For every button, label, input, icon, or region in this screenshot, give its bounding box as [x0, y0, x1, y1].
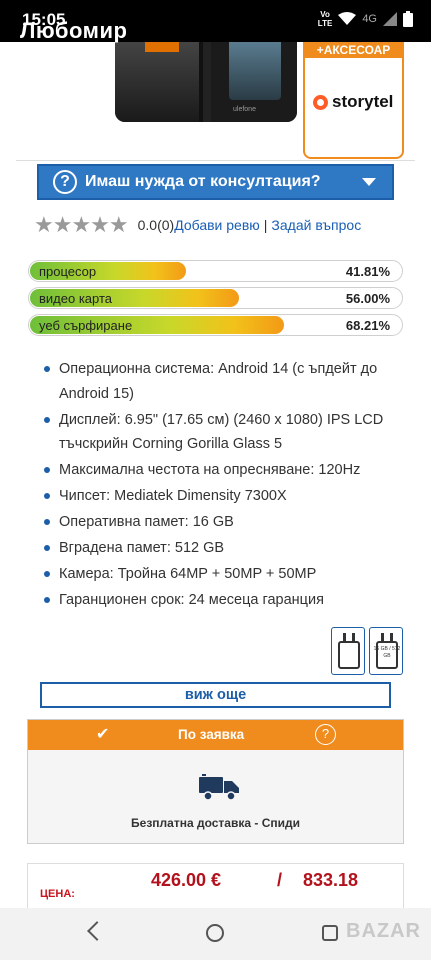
link-separator: |	[263, 217, 268, 233]
rating-stars-icon[interactable]: ★★★★★	[34, 214, 129, 236]
storytel-logo: storytel	[313, 92, 393, 112]
spec-item-refresh-rate: Максимална честота на опресняване: 120Hz	[44, 458, 404, 483]
promo-accessory-box[interactable]: +АКСЕСОАР storytel	[303, 42, 404, 159]
divider	[16, 160, 415, 161]
performance-label: процесор	[39, 264, 97, 279]
price-label: ЦЕНА:	[40, 888, 75, 900]
phone-brand-label: ulefone	[233, 106, 256, 113]
add-review-link[interactable]: Добави ревю	[174, 217, 260, 233]
delivery-truck-icon	[199, 774, 239, 801]
back-icon[interactable]	[87, 921, 107, 941]
delivery-info: Безплатна доставка - Спиди	[131, 816, 300, 830]
check-icon: ✔	[96, 726, 110, 743]
product-image-area: ulefone +АКСЕСОАР storytel	[0, 42, 431, 160]
spec-item-warranty: Гаранционен срок: 24 месеца гаранция	[44, 588, 404, 613]
watermark-logo: BAZAR	[346, 920, 421, 942]
network-type: 4G	[362, 13, 377, 25]
notification-user-name: Любомир	[20, 18, 128, 43]
order-box: ✔ По заявка ? Безплатна доставка - Спиди	[27, 719, 404, 844]
storytel-icon	[313, 94, 328, 110]
home-icon[interactable]	[206, 924, 224, 942]
performance-value: 68.21%	[345, 318, 390, 333]
help-icon[interactable]: ?	[315, 724, 336, 745]
signal-icon	[383, 12, 397, 26]
performance-bar-gpu: видео карта 56.00%	[28, 287, 403, 309]
consultation-label: Имаш нужда от консултация?	[85, 173, 321, 190]
chevron-down-icon	[362, 178, 376, 186]
charger-spec-text: 16 GB / 512 GB	[373, 646, 401, 659]
price-eur: 426.00 €	[151, 870, 222, 890]
performance-bar-cpu: процесор 41.81%	[28, 260, 403, 282]
promo-header: +АКСЕСОАР	[305, 42, 402, 58]
consultation-button[interactable]: ? Имаш нужда от консултация?	[37, 164, 394, 200]
price-separator: /	[277, 870, 283, 890]
ask-question-link[interactable]: Задай въпрос	[271, 217, 361, 233]
spec-item-storage: Вградена памет: 512 GB	[44, 536, 404, 561]
see-more-button[interactable]: виж още	[40, 682, 391, 708]
spec-item-os: Операционна система: Android 14 (с ъпдей…	[44, 357, 404, 406]
wifi-icon	[338, 12, 357, 25]
performance-value: 41.81%	[345, 264, 390, 279]
rating-row: ★★★★★ 0.0(0) Добави ревю | Задай въпрос	[34, 214, 406, 236]
performance-label: уеб сърфиране	[39, 318, 133, 333]
charger-icon[interactable]	[331, 627, 365, 675]
product-image[interactable]: ulefone	[115, 42, 297, 122]
rating-value: 0.0(0)	[137, 217, 175, 233]
question-circle-icon: ?	[53, 170, 77, 194]
performance-bar-web: уеб сърфиране 68.21%	[28, 314, 403, 336]
performance-value: 56.00%	[345, 291, 390, 306]
battery-icon	[403, 11, 413, 27]
spec-item-ram: Оперативна памет: 16 GB	[44, 510, 404, 535]
price-box: ЦЕНА: 426.00 € / 833.18	[27, 863, 404, 913]
availability-label: По заявка	[178, 727, 245, 742]
performance-label: видео карта	[39, 291, 113, 306]
availability-header: ✔ По заявка ?	[28, 720, 403, 750]
system-nav-bar: BAZAR	[0, 908, 431, 960]
recent-apps-icon[interactable]	[322, 925, 338, 941]
spec-item-camera: Камера: Тройна 64MP + 50MP + 50MP	[44, 562, 404, 587]
spec-item-chipset: Чипсет: Mediatek Dimensity 7300X	[44, 484, 404, 509]
spec-item-display: Дисплей: 6.95" (17.65 см) (2460 x 1080) …	[44, 408, 404, 457]
spec-list: Операционна система: Android 14 (с ъпдей…	[44, 357, 404, 614]
volte-icon: Vo LTE	[317, 10, 333, 28]
charger-spec-icon[interactable]: 16 GB / 512 GB	[369, 627, 403, 675]
price-bgn: 833.18	[303, 870, 359, 890]
status-icons: Vo LTE 4G	[318, 10, 413, 28]
status-bar: 15:05 Любомир Vo LTE 4G	[0, 0, 431, 43]
